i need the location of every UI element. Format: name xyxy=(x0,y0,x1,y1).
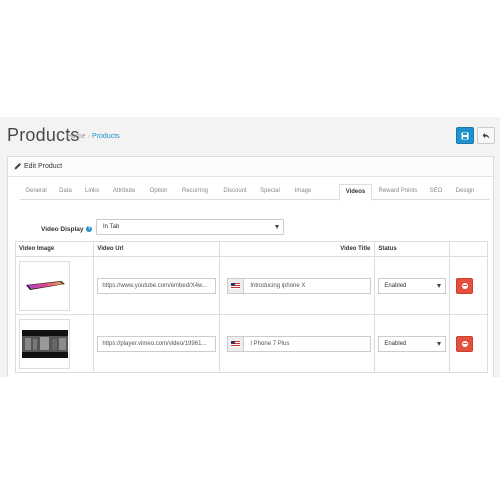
status-value: Enabled xyxy=(384,282,407,289)
tab-data[interactable]: Data xyxy=(53,184,78,200)
breadcrumb-home[interactable]: Home xyxy=(67,133,86,140)
tab-special[interactable]: Special xyxy=(255,184,285,200)
status-value: Enabled xyxy=(384,340,407,347)
video-title-cell: Introducing iphone X xyxy=(219,256,376,315)
video-title-cell: I Phone 7 Plus xyxy=(219,314,376,373)
tab-option[interactable]: Option xyxy=(142,184,175,200)
video-frame-thumbnail-image xyxy=(21,329,68,358)
tab-videos[interactable]: Videos xyxy=(339,184,372,201)
videos-table: Video Image Video Url Video Title Status xyxy=(14,241,488,373)
video-url-input[interactable]: https://www.youtube.com/embed/X4w... xyxy=(97,277,217,294)
pencil-icon xyxy=(14,163,21,170)
chevron-down-icon xyxy=(275,225,279,229)
back-button[interactable] xyxy=(477,127,495,144)
table-row: https://player.vimeo.com/video/19961... xyxy=(14,314,488,373)
page: Products Home › Products Edit Product Gene… xyxy=(0,117,500,377)
breadcrumb-separator: › xyxy=(87,133,91,140)
action-cell xyxy=(449,256,488,315)
video-thumbnail[interactable] xyxy=(19,318,70,369)
tab-recurring[interactable]: Recurring xyxy=(175,184,215,200)
tab-attribute[interactable]: Attribute xyxy=(106,184,142,200)
video-display-select[interactable]: In Tab xyxy=(96,219,284,235)
status-select[interactable]: Enabled xyxy=(378,335,447,352)
chevron-down-icon xyxy=(437,341,442,346)
panel-title: Edit Product xyxy=(24,163,63,170)
status-select[interactable]: Enabled xyxy=(378,277,447,294)
video-url-input[interactable]: https://player.vimeo.com/video/19961... xyxy=(97,335,217,352)
help-icon[interactable]: ? xyxy=(86,226,93,233)
header-status: Status xyxy=(374,241,451,257)
action-cell xyxy=(449,314,488,373)
status-cell: Enabled xyxy=(374,256,451,315)
panel-heading: Edit Product xyxy=(8,157,493,177)
video-display-value: In Tab xyxy=(103,224,120,230)
video-title-input[interactable]: Introducing iphone X xyxy=(243,277,372,294)
status-cell: Enabled xyxy=(374,314,451,373)
edit-product-panel: Edit Product General Data Links Attribut… xyxy=(7,156,494,377)
remove-video-button[interactable] xyxy=(456,335,474,352)
minus-circle-icon xyxy=(461,340,468,347)
language-flag-icon xyxy=(227,277,244,294)
tab-design[interactable]: Design xyxy=(448,184,482,200)
chevron-down-icon xyxy=(437,283,442,288)
header-video-image: Video Image xyxy=(14,241,95,257)
header-action xyxy=(449,241,488,257)
language-flag-icon xyxy=(227,335,244,352)
video-url-cell: https://player.vimeo.com/video/19961... xyxy=(93,314,221,373)
save-button[interactable] xyxy=(456,127,474,144)
tab-image[interactable]: Image xyxy=(285,184,321,200)
video-title-group: Introducing iphone X xyxy=(227,277,372,294)
tab-seo[interactable]: SEO xyxy=(424,184,448,200)
header-video-title: Video Title xyxy=(219,241,376,257)
video-title-group: I Phone 7 Plus xyxy=(227,335,372,352)
video-image-cell xyxy=(14,314,95,373)
table-row: https://www.youtube.com/embed/X4w... Int… xyxy=(14,256,488,315)
minus-circle-icon xyxy=(461,282,468,289)
tab-links[interactable]: Links xyxy=(78,184,106,200)
remove-video-button[interactable] xyxy=(456,277,474,294)
tab-general[interactable]: General xyxy=(20,184,52,200)
breadcrumb: Home › Products xyxy=(67,133,120,140)
tab-discount[interactable]: Discount xyxy=(215,184,255,200)
video-url-cell: https://www.youtube.com/embed/X4w... xyxy=(93,256,221,315)
phone-thumbnail-image xyxy=(25,280,65,290)
video-display-label: Video Display ? xyxy=(41,226,93,233)
breadcrumb-current[interactable]: Products xyxy=(92,133,120,140)
tab-reward-points[interactable]: Reward Points xyxy=(372,184,424,200)
video-title-input[interactable]: I Phone 7 Plus xyxy=(243,335,372,352)
video-thumbnail[interactable] xyxy=(19,260,70,311)
tab-bar: General Data Links Attribute Option Recu… xyxy=(20,184,490,201)
video-display-text: Video Display xyxy=(41,226,84,233)
video-image-cell xyxy=(14,256,95,315)
header-video-url: Video Url xyxy=(93,241,221,257)
floppy-disk-icon xyxy=(461,132,469,139)
page-header: Products Home › Products xyxy=(7,125,495,151)
reply-arrow-icon xyxy=(482,132,490,139)
